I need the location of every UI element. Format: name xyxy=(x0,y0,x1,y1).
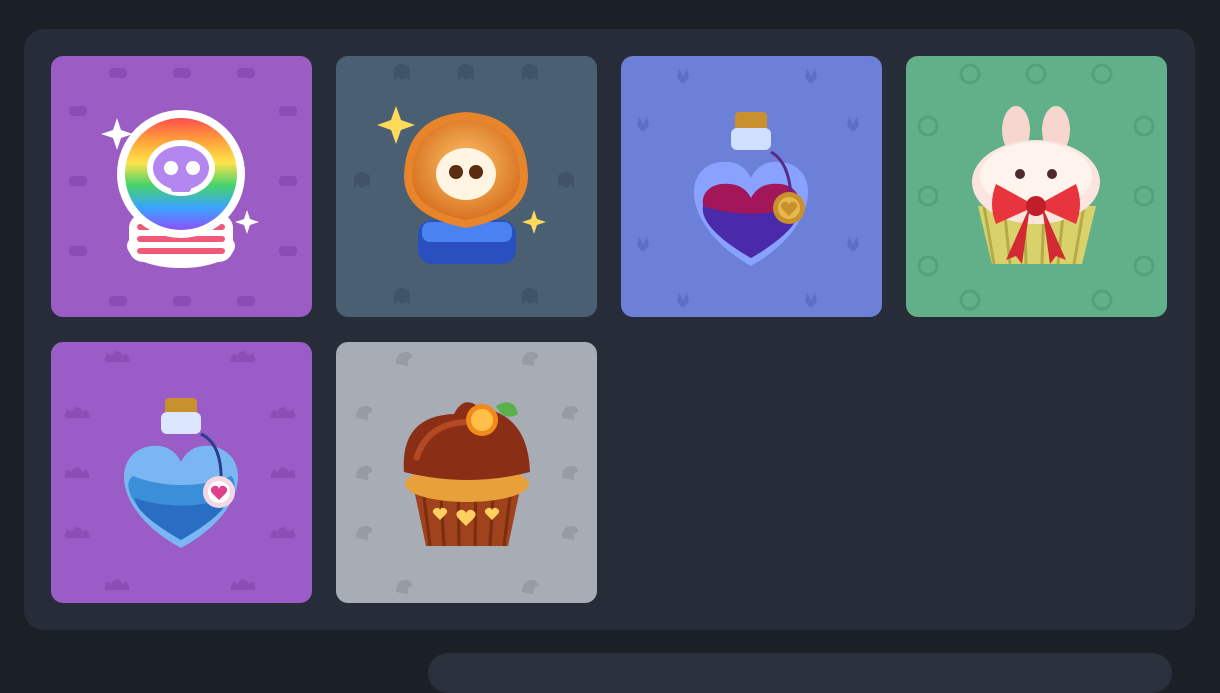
inventory-item-1[interactable] xyxy=(51,56,312,317)
bunny-cupcake-bow-icon xyxy=(972,106,1100,265)
orange-chocolate-cupcake-icon xyxy=(403,402,530,547)
inventory-panel xyxy=(24,29,1195,630)
inventory-grid xyxy=(51,56,1167,603)
inventory-item-4[interactable] xyxy=(906,56,1167,317)
bottom-bar xyxy=(428,653,1172,693)
amber-skull-crystal-ball-icon xyxy=(377,106,546,264)
rainbow-skull-crystal-ball-icon xyxy=(101,110,259,268)
inventory-item-5[interactable] xyxy=(51,342,312,603)
heart-potion-blue-icon xyxy=(123,398,239,548)
inventory-item-6[interactable] xyxy=(336,342,597,603)
inventory-item-2[interactable] xyxy=(336,56,597,317)
inventory-item-3[interactable] xyxy=(621,56,882,317)
heart-potion-red-icon xyxy=(693,112,809,266)
